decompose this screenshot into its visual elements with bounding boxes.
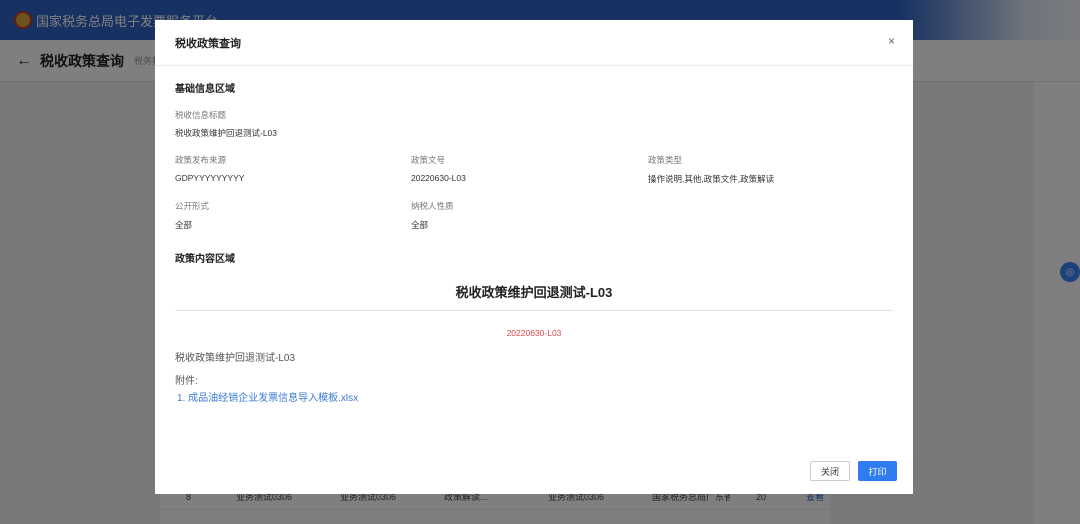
document-title: 税收政策维护回退测试-L03 xyxy=(455,285,613,300)
taxpayer-nature-label: 纳税人性质 xyxy=(411,201,454,211)
public-form-value: 全部 xyxy=(175,220,193,230)
attachment-label: 附件: xyxy=(175,376,198,387)
source-label: 政策发布来源 xyxy=(175,155,227,165)
attachment-link[interactable]: 1. 成品油经销企业发票信息导入模板.xlsx xyxy=(177,389,358,404)
taxpayer-nature-value: 全部 xyxy=(411,220,429,230)
policy-query-modal: 税收政策查询 × 基础信息区域 税收信息标题 税收政策维护回退测试-L03 政策… xyxy=(155,20,913,494)
document-divider xyxy=(175,310,893,311)
document-number: 20220630-L03 xyxy=(506,328,562,338)
source-value: GDPYYYYYYYYY xyxy=(175,173,245,183)
modal-title: 税收政策查询 xyxy=(175,37,241,50)
doc-no-value: 20220630-L03 xyxy=(411,173,466,183)
info-title-label: 税收信息标题 xyxy=(175,110,227,120)
modal-header: 税收政策查询 × xyxy=(155,20,913,66)
document-body: 税收政策维护回退测试-L03 xyxy=(175,353,296,364)
policy-type-value: 操作说明,其他,政策文件,政策解读 xyxy=(648,174,775,184)
policy-type-label: 政策类型 xyxy=(648,155,683,165)
content-section-title: 政策内容区域 xyxy=(175,254,235,265)
public-form-label: 公开形式 xyxy=(175,201,210,211)
close-icon[interactable]: × xyxy=(888,34,895,48)
basic-info-section-title: 基础信息区域 xyxy=(175,84,235,95)
info-title-value: 税收政策维护回退测试-L03 xyxy=(175,128,278,138)
print-button[interactable]: 打印 xyxy=(858,461,897,481)
close-button[interactable]: 关闭 xyxy=(810,461,850,481)
doc-no-label: 政策文号 xyxy=(411,155,446,165)
